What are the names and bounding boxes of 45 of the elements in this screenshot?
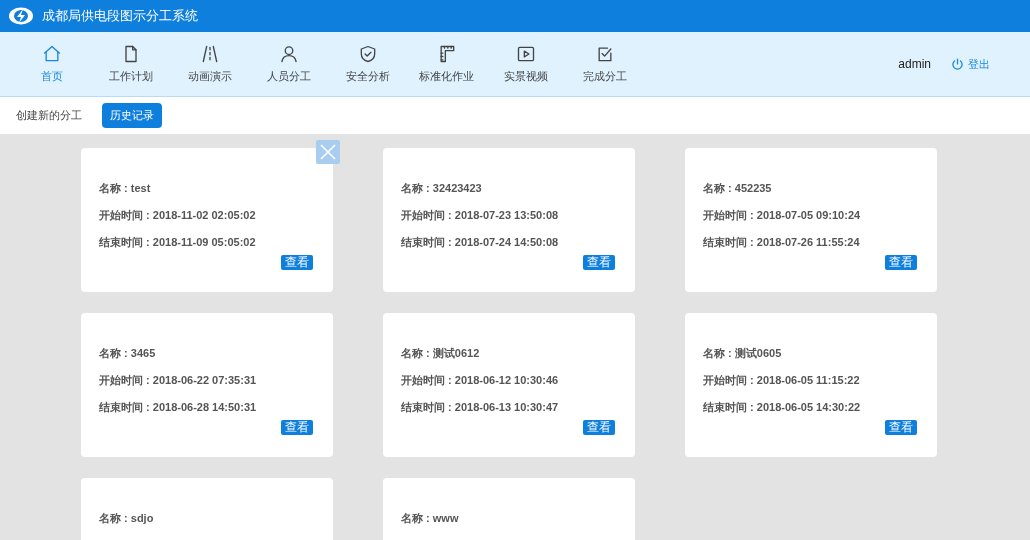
view-button[interactable]: 查看	[885, 255, 917, 270]
close-icon	[319, 143, 337, 161]
logout-button[interactable]: 登出	[951, 55, 990, 73]
record-field: 结束时间 : 2018-06-28 14:50:31	[99, 399, 257, 426]
record-field: 名称 : 32423423	[401, 180, 482, 207]
nav-item[interactable]: 工作计划	[91, 43, 170, 85]
nav-item[interactable]: 首页	[12, 43, 91, 85]
record-field: 名称 : www	[401, 510, 459, 537]
nav-item[interactable]: 动画演示	[170, 43, 249, 85]
nav-item[interactable]: 人员分工	[249, 43, 328, 85]
record-field: 名称 : 452235	[703, 180, 772, 207]
username: admin	[898, 56, 931, 73]
view-button[interactable]: 查看	[583, 420, 615, 435]
nav-item[interactable]: 实景视频	[486, 43, 565, 85]
person-icon	[278, 43, 299, 64]
record-field: 结束时间 : 2018-06-05 14:30:22	[703, 399, 861, 426]
record-field: 结束时间 : 2018-07-26 11:55:24	[703, 234, 860, 261]
record-field: 名称 : sdjo	[99, 510, 154, 537]
record-field: 名称 : 3465	[99, 345, 156, 372]
close-button[interactable]	[316, 140, 340, 164]
home-icon	[41, 43, 62, 64]
record-field: 开始时间 : 2018-07-05 09:10:24	[703, 207, 861, 234]
record-field: 开始时间 : 2018-06-12 10:30:46	[401, 372, 559, 399]
tab[interactable]: 历史记录	[102, 103, 162, 128]
app-title: 成都局供电段图示分工系统	[42, 7, 198, 26]
record-field: 结束时间 : 2018-11-09 05:05:02	[99, 234, 256, 261]
view-button[interactable]: 查看	[281, 255, 313, 270]
view-button[interactable]: 查看	[281, 420, 313, 435]
record-field: 开始时间 : 2018-07-23 13:50:08	[401, 207, 559, 234]
view-button[interactable]: 查看	[885, 420, 917, 435]
view-button[interactable]: 查看	[583, 255, 615, 270]
record-field: 名称 : 测试0612	[401, 345, 480, 372]
record-field: 名称 : test	[99, 180, 151, 207]
record-field: 结束时间 : 2018-06-13 10:30:47	[401, 399, 559, 426]
power-icon	[951, 57, 964, 71]
record-field: 开始时间 : 2018-11-02 02:05:02	[99, 207, 256, 234]
nav-item[interactable]: 标准化作业	[407, 43, 486, 85]
tab[interactable]: 创建新的分工	[8, 103, 90, 128]
record-field: 名称 : 测试0605	[703, 345, 782, 372]
nav-item[interactable]: 完成分工	[565, 43, 644, 85]
nav-item[interactable]: 安全分析	[328, 43, 407, 85]
record-field: 开始时间 : 2018-06-22 07:35:31	[99, 372, 257, 399]
logo-icon	[8, 6, 34, 26]
record-field: 结束时间 : 2018-07-24 14:50:08	[401, 234, 559, 261]
record-field: 开始时间 : 2018-06-05 11:15:22	[703, 372, 860, 399]
